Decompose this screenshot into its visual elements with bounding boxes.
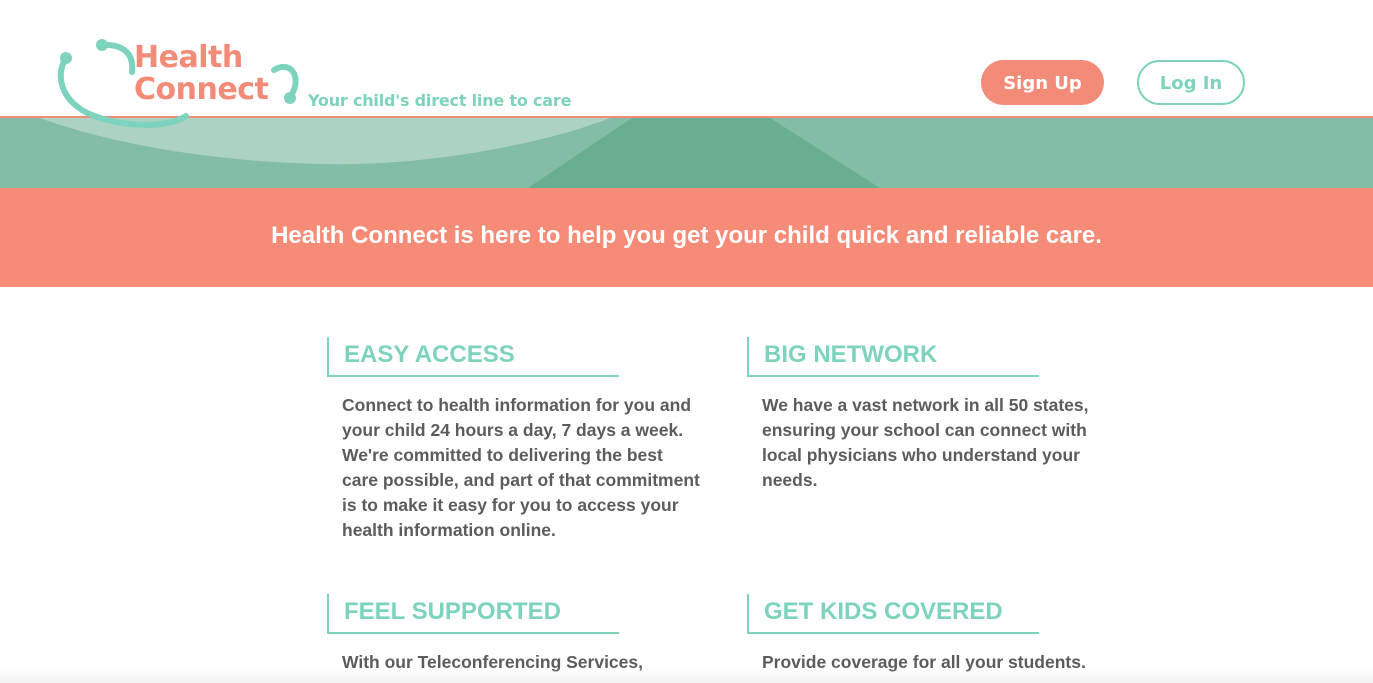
- logo-line-2: Connect: [134, 72, 269, 107]
- tagline-band: Health Connect is here to help you get y…: [0, 187, 1373, 287]
- logo-text: Health Connect: [134, 40, 269, 107]
- tagline: Your child's direct line to care: [308, 91, 572, 110]
- logo[interactable]: Health Connect: [52, 36, 312, 136]
- feature-big-network: BIG NETWORK We have a vast network in al…: [747, 337, 1107, 493]
- feature-description: Connect to health information for you an…: [342, 395, 700, 540]
- site-header: Health Connect Your child's direct line …: [0, 0, 1373, 128]
- feature-description: We have a vast network in all 50 states,…: [762, 395, 1089, 490]
- feature-title: GET KIDS COVERED: [747, 594, 1039, 634]
- feature-title: FEEL SUPPORTED: [327, 594, 619, 634]
- feature-description: With our Teleconferencing Services,: [342, 652, 643, 672]
- feature-easy-access: EASY ACCESS Connect to health informatio…: [327, 337, 700, 543]
- banner-message: Health Connect is here to help you get y…: [271, 222, 1102, 249]
- feature-title: EASY ACCESS: [327, 337, 619, 377]
- logo-line-1: Health: [134, 40, 243, 75]
- feature-feel-supported: FEEL SUPPORTED With our Teleconferencing…: [327, 594, 687, 675]
- feature-title: BIG NETWORK: [747, 337, 1039, 377]
- page: Health Connect Your child's direct line …: [0, 0, 1373, 683]
- sign-up-button[interactable]: Sign Up: [981, 60, 1104, 105]
- feature-get-kids-covered: GET KIDS COVERED Provide coverage for al…: [747, 594, 1107, 675]
- log-in-button[interactable]: Log In: [1137, 60, 1245, 105]
- feature-description: Provide coverage for all your students.: [762, 652, 1086, 672]
